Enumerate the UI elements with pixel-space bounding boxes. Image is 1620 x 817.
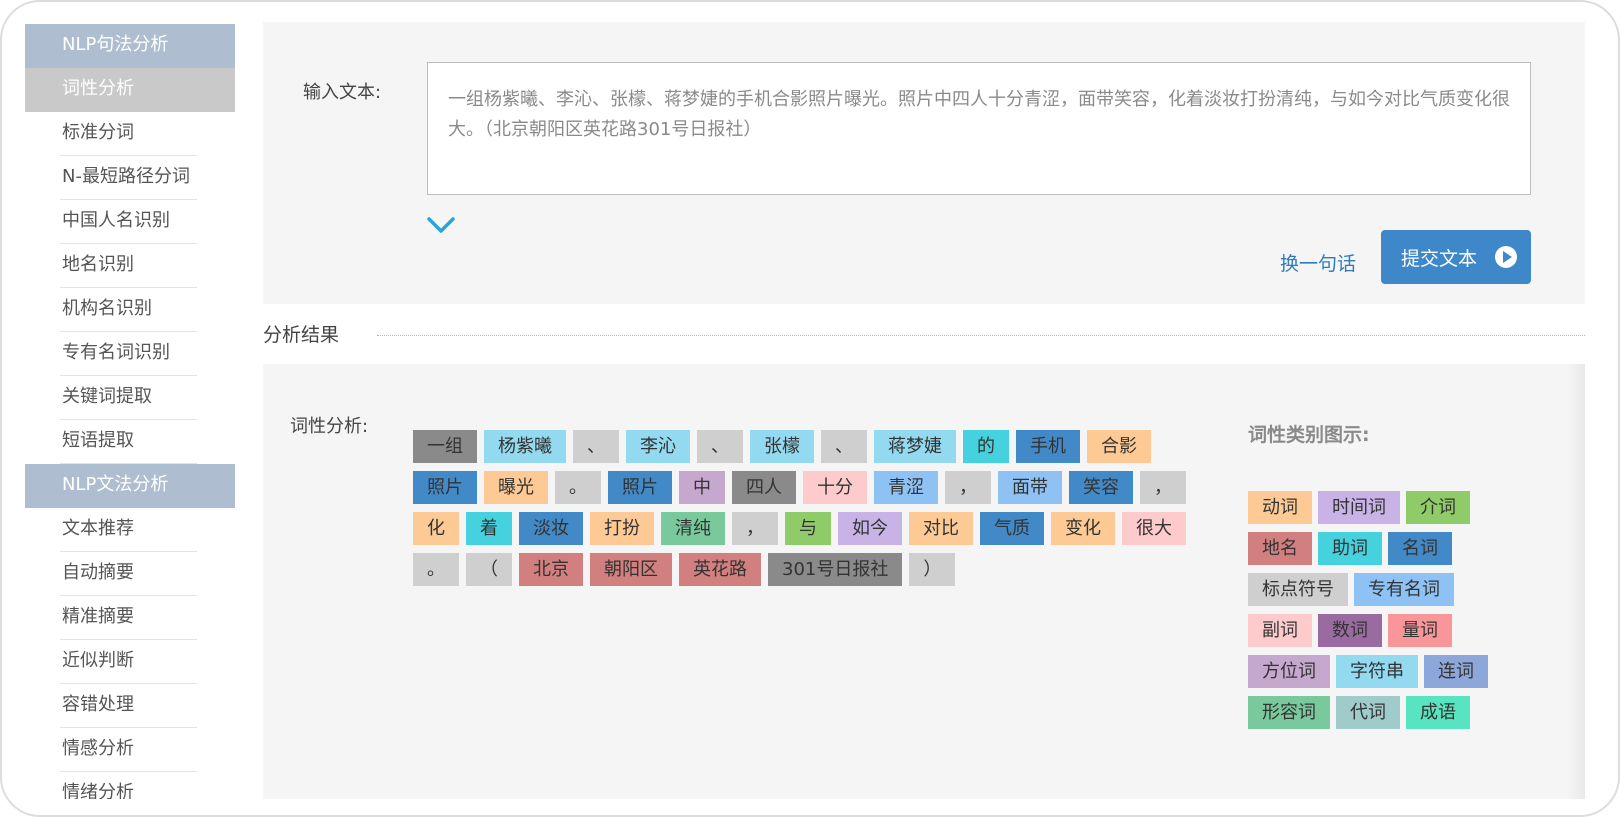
result-panel: 词性分析: 一组 杨紫曦、李沁、张檬、蒋梦婕的手机 合影 照片 曝光。照片中四人 十分 青涩… [263,364,1585,799]
pos-token: 。 [413,553,459,586]
pos-token: ， [1140,471,1186,504]
pos-token: 照片 [413,471,477,504]
sidebar-item[interactable]: 地名识别 [25,244,235,288]
legend-item: 代词 [1336,696,1400,729]
pos-token: ） [909,553,956,586]
pos-token: 着 [466,512,512,545]
pos-token: 北京 [519,553,583,586]
sidebar-category[interactable]: NLP文法分析 [25,464,235,508]
pos-label: 词性分析: [290,416,369,437]
result-divider [377,335,1585,336]
sidebar-item[interactable]: N-最短路径分词 [25,156,235,200]
legend-item: 标点符号 [1248,573,1348,606]
pos-token: 曝光 [484,471,548,504]
pos-token: 化 [413,512,459,545]
pos-token: 、 [573,430,619,463]
legend-item: 成语 [1406,696,1470,729]
sidebar-item[interactable]: 容错处理 [25,684,235,728]
pos-token: （ [466,553,512,586]
pos-token: 与 [785,512,831,545]
sidebar-item[interactable]: 短语提取 [25,420,235,464]
sidebar: NLP句法分析 词性分析 标准分词 N-最短路径分词 中国人名识别 地名识别 机构名识别 专有… [25,24,235,799]
pos-token: 照片 [608,471,672,504]
legend-title: 词性类别图示: [1248,424,1370,446]
legend-item: 字符串 [1336,655,1418,688]
sidebar-item[interactable]: 标准分词 [25,112,235,156]
sidebar-item[interactable]: 情感分析 [25,728,235,772]
pos-token: 合影 [1087,430,1151,463]
token-list: 一组 杨紫曦、李沁、张檬、蒋梦婕的手机 合影 照片 曝光。照片中四人 十分 青涩，面带 笑容，… [413,430,1203,586]
pos-token: 气质 [980,512,1044,545]
submit-button-label: 提交文本 [1401,247,1478,270]
pos-token: 一组 [413,430,477,463]
pos-token: ， [732,512,778,545]
pos-token: 很大 [1122,512,1186,545]
sidebar-category[interactable]: NLP句法分析 [25,24,235,68]
legend-item: 时间词 [1318,491,1400,524]
sidebar-item[interactable]: 专有名词识别 [25,332,235,376]
legend-item: 专有名词 [1354,573,1454,606]
pos-token: 如今 [838,512,902,545]
pos-token: 清纯 [661,512,725,545]
pos-token: 杨紫曦 [484,430,566,463]
pos-token: 。 [555,471,601,504]
sidebar-item[interactable]: 关键词提取 [25,376,235,420]
pos-token: 手机 [1016,430,1080,463]
pos-token: 李沁 [626,430,690,463]
pos-token: 蒋梦婕 [874,430,956,463]
pos-token: 、 [697,430,743,463]
pos-token: 张檬 [750,430,814,463]
text-input[interactable]: 一组杨紫曦、李沁、张檬、蒋梦婕的手机合影照片曝光。照片中四人十分青涩，面带笑容，… [427,62,1531,195]
pos-token: 301号日报社 [768,553,903,586]
input-label: 输入文本: [303,82,382,103]
pos-token: 的 [963,430,1009,463]
input-panel: 输入文本: 一组杨紫曦、李沁、张檬、蒋梦婕的手机合影照片曝光。照片中四人十分青涩… [263,22,1585,304]
pos-token: 笑容 [1069,471,1133,504]
sidebar-item[interactable]: 文本推荐 [25,508,235,552]
sidebar-item[interactable]: 情绪分析 [25,772,235,799]
pos-token: 对比 [909,512,973,545]
result-title: 分析结果 [263,324,340,346]
play-icon [1495,246,1517,268]
legend-item: 动词 [1248,491,1312,524]
legend-item: 方位词 [1248,655,1330,688]
legend: 动词 时间词 介词地名 助词 名词标点符号 专有名词副词 数词 量词方位词 字符串 连词形容词 代词… [1248,491,1508,729]
pos-token: 变化 [1051,512,1115,545]
sidebar-item[interactable]: 中国人名识别 [25,200,235,244]
legend-item: 介词 [1406,491,1470,524]
app-window: NLP句法分析 词性分析 标准分词 N-最短路径分词 中国人名识别 地名识别 机构名识别 专有… [0,0,1620,817]
legend-item: 副词 [1248,614,1312,647]
legend-item: 连词 [1424,655,1488,688]
pos-token: 青涩 [874,471,938,504]
sidebar-item[interactable]: 精准摘要 [25,596,235,640]
pos-token: 十分 [803,471,867,504]
legend-item: 量词 [1388,614,1452,647]
legend-item: 形容词 [1248,696,1330,729]
pos-token: 英花路 [679,553,761,586]
legend-item: 数词 [1318,614,1382,647]
pos-token: 、 [821,430,867,463]
chevron-down-icon[interactable] [425,214,457,236]
submit-button[interactable]: 提交文本 [1381,230,1531,284]
pos-token: 打扮 [590,512,654,545]
pos-token: ， [945,471,991,504]
pos-token: 淡妆 [519,512,583,545]
sidebar-item[interactable]: 词性分析 [25,68,235,112]
pos-token: 面带 [998,471,1062,504]
legend-item: 助词 [1318,532,1382,565]
sidebar-item[interactable]: 机构名识别 [25,288,235,332]
sidebar-item[interactable]: 自动摘要 [25,552,235,596]
legend-item: 名词 [1388,532,1452,565]
pos-token: 四人 [732,471,796,504]
legend-item: 地名 [1248,532,1312,565]
change-sentence-link[interactable]: 换一句话 [1280,249,1356,276]
sidebar-item[interactable]: 近似判断 [25,640,235,684]
pos-token: 朝阳区 [590,553,672,586]
pos-token: 中 [679,471,725,504]
